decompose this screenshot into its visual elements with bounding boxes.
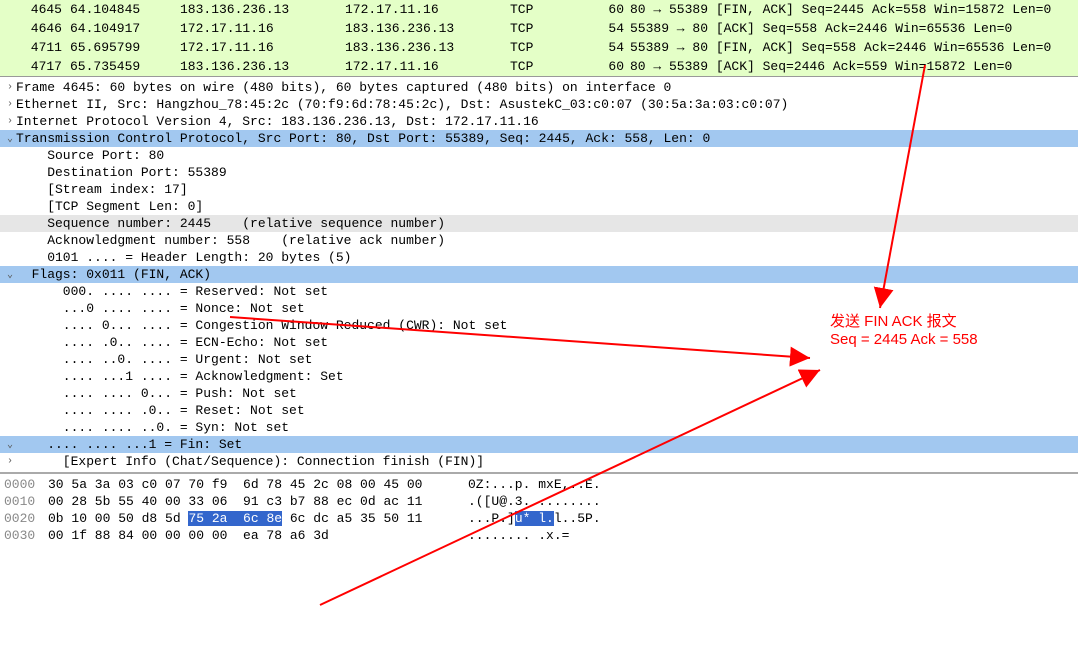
detail-line[interactable]: Source Port: 80 [0,147,1078,164]
hex-line[interactable]: 003000 1f 88 84 00 00 00 00 ea 78 a6 3d … [4,527,1078,544]
detail-line[interactable]: .... .... 0... = Push: Not set [0,385,1078,402]
detail-line[interactable]: ...0 .... .... = Nonce: Not set [0,300,1078,317]
expand-icon[interactable]: › [4,456,16,467]
expand-icon[interactable]: ⌄ [4,133,16,145]
expand-icon[interactable]: › [4,82,16,93]
detail-line[interactable]: [Stream index: 17] [0,181,1078,198]
packet-row[interactable]: 464564.104845183.136.236.13172.17.11.16T… [0,0,1078,19]
expand-icon[interactable]: › [4,99,16,110]
detail-line[interactable]: ⌄ Flags: 0x011 (FIN, ACK) [0,266,1078,283]
detail-line[interactable]: Destination Port: 55389 [0,164,1078,181]
detail-line[interactable]: 000. .... .... = Reserved: Not set [0,283,1078,300]
detail-line[interactable]: ⌄Transmission Control Protocol, Src Port… [0,130,1078,147]
expand-icon[interactable]: ⌄ [4,439,16,451]
detail-line[interactable]: .... ...1 .... = Acknowledgment: Set [0,368,1078,385]
hex-line[interactable]: 001000 28 5b 55 40 00 33 06 91 c3 b7 88 … [4,493,1078,510]
detail-line[interactable]: [TCP Segment Len: 0] [0,198,1078,215]
detail-line[interactable]: ›Internet Protocol Version 4, Src: 183.1… [0,113,1078,130]
detail-line[interactable]: ›Frame 4645: 60 bytes on wire (480 bits)… [0,79,1078,96]
hex-line[interactable]: 000030 5a 3a 03 c0 07 70 f9 6d 78 45 2c … [4,476,1078,493]
detail-line[interactable]: › [Expert Info (Chat/Sequence): Connecti… [0,453,1078,470]
expand-icon[interactable]: › [4,116,16,127]
detail-line[interactable]: Acknowledgment number: 558 (relative ack… [0,232,1078,249]
packet-row[interactable]: 464664.104917172.17.11.16183.136.236.13T… [0,19,1078,38]
detail-line[interactable]: ⌄ .... .... ...1 = Fin: Set [0,436,1078,453]
detail-line[interactable]: 0101 .... = Header Length: 20 bytes (5) [0,249,1078,266]
detail-line[interactable]: .... ..0. .... = Urgent: Not set [0,351,1078,368]
packet-list[interactable]: 464564.104845183.136.236.13172.17.11.16T… [0,0,1078,77]
hex-line[interactable]: 00200b 10 00 50 d8 5d 75 2a 6c 8e 6c dc … [4,510,1078,527]
detail-line[interactable]: ›Ethernet II, Src: Hangzhou_78:45:2c (70… [0,96,1078,113]
detail-line[interactable]: .... 0... .... = Congestion Window Reduc… [0,317,1078,334]
packet-row[interactable]: 471765.735459183.136.236.13172.17.11.16T… [0,57,1078,76]
detail-line[interactable]: .... .... ..0. = Syn: Not set [0,419,1078,436]
detail-line[interactable]: Sequence number: 2445 (relative sequence… [0,215,1078,232]
detail-line[interactable]: .... .0.. .... = ECN-Echo: Not set [0,334,1078,351]
detail-line[interactable]: .... .... .0.. = Reset: Not set [0,402,1078,419]
packet-details[interactable]: ›Frame 4645: 60 bytes on wire (480 bits)… [0,77,1078,474]
hex-pane[interactable]: 000030 5a 3a 03 c0 07 70 f9 6d 78 45 2c … [0,474,1078,546]
packet-row[interactable]: 471165.695799172.17.11.16183.136.236.13T… [0,38,1078,57]
expand-icon[interactable]: ⌄ [4,269,16,281]
